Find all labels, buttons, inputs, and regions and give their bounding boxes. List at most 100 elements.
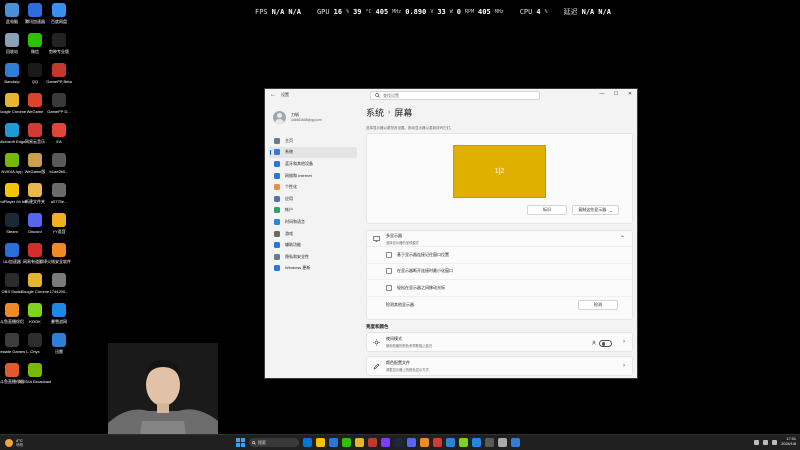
taskbar-app-icon[interactable]: [407, 438, 416, 447]
taskbar-search[interactable]: 搜索: [249, 438, 299, 447]
night-light-row[interactable]: 夜间模式 使用较暖的颜色来帮助阻止蓝光 关 ›: [366, 332, 633, 352]
taskbar-app-icon[interactable]: [498, 438, 507, 447]
sidebar-item[interactable]: 游戏: [269, 228, 361, 240]
taskbar-app-icon[interactable]: [303, 438, 312, 447]
checkbox[interactable]: [386, 284, 392, 291]
sidebar-item[interactable]: 蓝牙和其他设备: [269, 158, 361, 170]
taskbar-app-icon[interactable]: [329, 438, 338, 447]
sidebar-item[interactable]: 主页: [269, 135, 361, 147]
duplicate-displays-dropdown[interactable]: 复制这些显示器 ⌄: [572, 205, 619, 215]
taskbar-app-icon[interactable]: [472, 438, 481, 447]
desktop-icon[interactable]: UU加速器: [0, 243, 24, 264]
desktop-icon[interactable]: 火绒安全软件: [47, 243, 71, 264]
sidebar-item[interactable]: Windows 更新: [269, 263, 361, 275]
option-remember-window-positions[interactable]: 基于显示器连接记住窗口位置: [367, 247, 632, 264]
option-minimize-on-disconnect[interactable]: 在显示器断开连接时最小化窗口: [367, 264, 632, 280]
app-icon: [28, 243, 42, 257]
weather-widget[interactable]: 4°C 晴朗: [5, 438, 23, 448]
volume-icon[interactable]: [772, 439, 778, 445]
monitor-tile[interactable]: 1|2: [453, 145, 546, 198]
desktop-icon[interactable]: Bandizip: [0, 63, 24, 84]
desktop-icon[interactable]: GamePP D...: [47, 93, 71, 114]
desktop-icon[interactable]: Google Chrome: [0, 93, 26, 114]
taskbar-app-icon[interactable]: [381, 438, 390, 447]
tray-chevron-icon[interactable]: [754, 439, 760, 445]
desktop-icon[interactable]: 斗鱼直播伴侣: [0, 303, 24, 324]
desktop-icon[interactable]: 微信: [23, 33, 47, 54]
desktop-icon[interactable]: 网易有道翻译: [23, 243, 47, 264]
desktop-icon[interactable]: 回收站: [0, 33, 24, 54]
desktop-icon[interactable]: KOOK: [23, 303, 47, 324]
desktop-icon[interactable]: 迅雷: [47, 333, 71, 354]
user-profile[interactable]: 刀斩 444661608@qq.com: [269, 107, 361, 127]
desktop-icon[interactable]: Battlestate Games L...: [0, 333, 32, 354]
desktop-icon[interactable]: WeGame版: [23, 153, 47, 174]
desktop-icon[interactable]: Steam: [0, 213, 24, 234]
app-icon: [28, 213, 42, 227]
gpu-voltage: 0.890: [405, 8, 427, 16]
desktop-icon[interactable]: 腾讯加速器: [23, 3, 47, 24]
desktop-icon[interactable]: Onyx: [23, 333, 47, 354]
taskbar-app-icon[interactable]: [485, 438, 494, 447]
identify-button[interactable]: 标识: [527, 205, 567, 215]
sidebar-item[interactable]: 个性化: [269, 181, 361, 193]
settings-search-input[interactable]: [383, 93, 523, 98]
search-icon: [252, 440, 256, 445]
desktop-icon[interactable]: 1744200...: [47, 273, 71, 294]
option-ease-cursor-movement[interactable]: 轻松在显示器之间移动光标: [367, 280, 632, 297]
desktop-icon[interactable]: Discord: [23, 213, 47, 234]
taskbar-app-icon[interactable]: [511, 438, 520, 447]
windows-start-icon[interactable]: [236, 438, 245, 447]
desktop-icon[interactable]: 剪映专业版: [47, 33, 71, 54]
sidebar-item[interactable]: 辅助功能: [269, 239, 361, 251]
desktop-icon[interactable]: 网易云音乐: [23, 123, 47, 144]
checkbox[interactable]: [386, 251, 392, 258]
desktop-icon[interactable]: 暴雪战网: [47, 303, 71, 324]
taskbar-app-icon[interactable]: [459, 438, 468, 447]
close-icon[interactable]: ✕: [623, 89, 637, 100]
desktop-icon[interactable]: WeGame: [23, 93, 47, 114]
desktop-icon[interactable]: 此电脑: [0, 3, 24, 24]
clock[interactable]: 17:01 2024/1/8: [781, 437, 796, 447]
desktop-icon[interactable]: EA: [47, 123, 71, 144]
taskbar-app-icon[interactable]: [420, 438, 429, 447]
desktop-icon[interactable]: PotPlayer 64 bit: [0, 183, 26, 204]
taskbar-app-icon[interactable]: [433, 438, 442, 447]
color-profile-row[interactable]: 颜色配置文件 调整显示器上的颜色显示方式 ›: [366, 356, 633, 376]
sidebar-item[interactable]: 应用: [269, 193, 361, 205]
desktop-icon[interactable]: 百度网盘: [47, 3, 71, 24]
sidebar-item[interactable]: 时间和语言: [269, 216, 361, 228]
desktop-icon[interactable]: b1ae2b0...: [47, 153, 71, 174]
checkbox[interactable]: [386, 268, 392, 275]
back-arrow-icon[interactable]: ←: [270, 92, 278, 98]
sidebar-item-label: 辅助功能: [285, 242, 301, 248]
settings-search[interactable]: [370, 91, 540, 100]
detect-button[interactable]: 检测: [578, 299, 618, 310]
sidebar-item[interactable]: 帐户: [269, 205, 361, 217]
taskbar-app-icon[interactable]: [355, 438, 364, 447]
sidebar-item-label: 隐私和安全性: [285, 253, 309, 259]
network-icon[interactable]: [763, 439, 769, 445]
sidebar-item[interactable]: 系统: [269, 146, 357, 159]
multiple-displays-header[interactable]: 多显示器 选择显示器的呈现模式 ⌃: [367, 231, 632, 247]
desktop-icon[interactable]: Google Chrome: [21, 273, 49, 294]
taskbar-app-icon[interactable]: [446, 438, 455, 447]
minimize-icon[interactable]: —: [595, 89, 609, 100]
breadcrumb-system[interactable]: 系统: [366, 106, 384, 119]
desktop-icon[interactable]: YY语音: [47, 213, 71, 234]
sidebar-item[interactable]: 网络和 Internet: [269, 170, 361, 182]
desktop-icon[interactable]: NVIDIA Broadcast: [19, 363, 51, 384]
taskbar-app-icon[interactable]: [342, 438, 351, 447]
desktop-icon[interactable]: GamePP Beta: [46, 63, 72, 84]
sidebar-item[interactable]: 隐私和安全性: [269, 251, 361, 263]
maximize-icon[interactable]: ☐: [609, 89, 623, 100]
desktop-icon[interactable]: 新建文件夹: [23, 183, 47, 204]
taskbar-app-icon[interactable]: [394, 438, 403, 447]
desktop-icon[interactable]: NVIDIA App: [0, 153, 24, 174]
taskbar-app-icon[interactable]: [316, 438, 325, 447]
desktop-icon[interactable]: QQ: [23, 63, 47, 84]
desktop-icon[interactable]: a0775e...: [47, 183, 71, 204]
taskbar-app-icon[interactable]: [368, 438, 377, 447]
desktop-icon[interactable]: Microsoft Edge: [0, 123, 25, 144]
night-light-toggle[interactable]: [599, 340, 612, 347]
